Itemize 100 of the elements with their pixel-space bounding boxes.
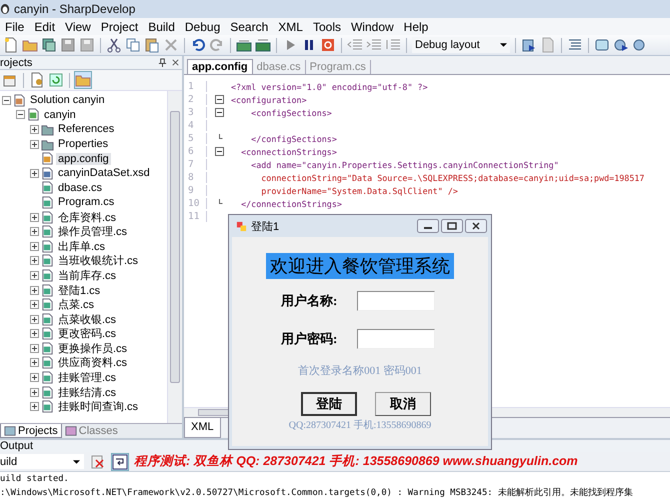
copy-icon[interactable] — [125, 37, 141, 53]
tree-item[interactable]: 当班收银统计.cs — [56, 253, 140, 268]
folder-icon[interactable] — [75, 72, 91, 88]
menu-item[interactable]: Tools — [310, 20, 348, 34]
expander-icon[interactable] — [30, 344, 39, 353]
expander-icon[interactable] — [30, 168, 39, 178]
expander-icon[interactable] — [30, 329, 39, 338]
new-file-icon[interactable] — [3, 37, 19, 53]
line-number: 8 — [184, 172, 207, 183]
expander-icon[interactable] — [30, 314, 39, 324]
menu-item[interactable]: File — [2, 20, 32, 34]
stop-icon[interactable] — [320, 37, 336, 53]
expander-icon[interactable] — [16, 110, 25, 120]
tree-item[interactable]: References — [56, 123, 116, 136]
expander-icon[interactable] — [30, 212, 39, 222]
tree-item[interactable]: app.config — [56, 152, 111, 165]
menu-item[interactable]: Edit — [31, 20, 62, 34]
menu-item[interactable]: Build — [145, 20, 182, 34]
expander-icon[interactable] — [30, 227, 39, 236]
expander-icon[interactable] — [30, 402, 39, 412]
panel-title: rojects — [0, 56, 34, 68]
tree-item[interactable]: 挂账结清.cs — [56, 384, 118, 400]
menu-item[interactable]: Search — [227, 20, 276, 34]
menu-item[interactable]: Help — [400, 20, 436, 34]
line-number: 6 — [184, 146, 207, 157]
tree-item[interactable]: 点菜.cs — [56, 297, 96, 312]
tree-item[interactable]: Properties — [56, 138, 110, 150]
tree-item[interactable]: dbase.cs — [56, 182, 104, 194]
build-icon[interactable] — [255, 37, 271, 53]
output-source-dropdown[interactable]: uild — [0, 454, 84, 469]
tree-item[interactable]: 挂账时间查询.cs — [56, 399, 140, 414]
expander-icon[interactable] — [30, 286, 39, 295]
expander-icon[interactable] — [30, 124, 39, 134]
cut-icon[interactable] — [106, 37, 122, 53]
close-icon[interactable] — [171, 58, 180, 67]
tree-item[interactable]: 供应商资料.cs — [56, 355, 130, 370]
save-all-icon[interactable] — [41, 37, 57, 53]
save-icon[interactable] — [79, 37, 95, 53]
expander-icon[interactable] — [30, 140, 39, 149]
tree-item[interactable]: 挂账管理.cs — [56, 370, 118, 386]
menu-item[interactable]: Window — [348, 20, 401, 34]
undo-icon[interactable] — [190, 37, 206, 53]
expander-icon[interactable] — [30, 270, 39, 280]
document-icon[interactable] — [29, 72, 45, 88]
tree-item[interactable]: Solution canyin — [28, 94, 107, 106]
fold-icon[interactable] — [214, 108, 224, 117]
dialog-button[interactable]: 取消 — [375, 392, 431, 416]
tree-item[interactable]: 点菜收银.cs — [56, 312, 118, 327]
expander-icon[interactable] — [30, 256, 39, 266]
paste-icon[interactable] — [144, 37, 160, 53]
fold-icon[interactable] — [214, 95, 224, 104]
minimize-icon[interactable] — [417, 219, 439, 233]
expander-icon[interactable] — [30, 388, 39, 397]
pin-icon[interactable] — [158, 58, 167, 67]
menu-item[interactable]: View — [62, 20, 98, 34]
tree-item[interactable]: Program.cs — [56, 196, 116, 208]
code-line: providerName="System.Data.SqlClient" /> — [260, 186, 458, 196]
tree-item[interactable]: 更改密码.cs — [56, 326, 118, 342]
tree-item[interactable]: 更换操作员.cs — [56, 340, 130, 356]
maximize-icon[interactable] — [441, 219, 463, 233]
panel-tab[interactable]: Classes — [62, 424, 121, 438]
file-icon — [41, 181, 54, 194]
fold-icon[interactable] — [214, 147, 224, 156]
clear-icon[interactable] — [90, 454, 106, 470]
tree-item[interactable]: canyinDataSet.xsd — [56, 167, 152, 180]
refresh-icon[interactable] — [48, 72, 64, 88]
scrollbar[interactable] — [167, 91, 182, 423]
input-field[interactable] — [357, 291, 435, 311]
folder-icon — [41, 122, 54, 136]
menu-item[interactable]: XML — [275, 20, 310, 34]
dialog-button[interactable]: 登陆 — [301, 392, 357, 416]
menu-item[interactable]: Debug — [182, 20, 228, 34]
input-field[interactable] — [357, 329, 435, 349]
expander-icon[interactable] — [30, 242, 39, 251]
tree-item[interactable]: 出库单.cs — [56, 238, 108, 254]
code-line: </configSections> — [250, 134, 337, 144]
editor-tab[interactable]: app.config — [187, 59, 253, 74]
save-icon[interactable] — [60, 37, 76, 53]
navigate-icon[interactable] — [521, 37, 537, 53]
layout-dropdown[interactable]: Debug layout — [412, 37, 510, 53]
field-label: 用户名称: — [281, 292, 338, 310]
close-icon[interactable] — [465, 219, 487, 233]
tree-item[interactable]: 当前库存.cs — [56, 268, 118, 283]
view-tab[interactable]: XML — [184, 418, 221, 438]
tree-item[interactable]: 仓库资料.cs — [56, 210, 118, 225]
tab-icon — [4, 424, 16, 436]
expander-icon[interactable] — [30, 300, 39, 310]
tree-item[interactable]: 登陆1.cs — [56, 282, 102, 298]
expander-icon[interactable] — [2, 96, 11, 105]
word-wrap-icon[interactable] — [112, 454, 128, 470]
tree-item[interactable]: canyin — [42, 108, 78, 121]
tree-item[interactable]: 操作员管理.cs — [56, 224, 130, 240]
menu-item[interactable]: Project — [98, 20, 146, 34]
panel-tab[interactable]: Projects — [0, 424, 62, 438]
expander-icon[interactable] — [30, 358, 39, 368]
expander-icon[interactable] — [30, 373, 39, 382]
window-icon[interactable] — [594, 37, 610, 53]
file-icon — [41, 166, 54, 180]
banner-text: 程序测试: 双鱼林 QQ: 287307421 手机: 13558690869 www.shuangyulin.com — [134, 453, 578, 470]
navigate-icon[interactable] — [613, 37, 629, 53]
